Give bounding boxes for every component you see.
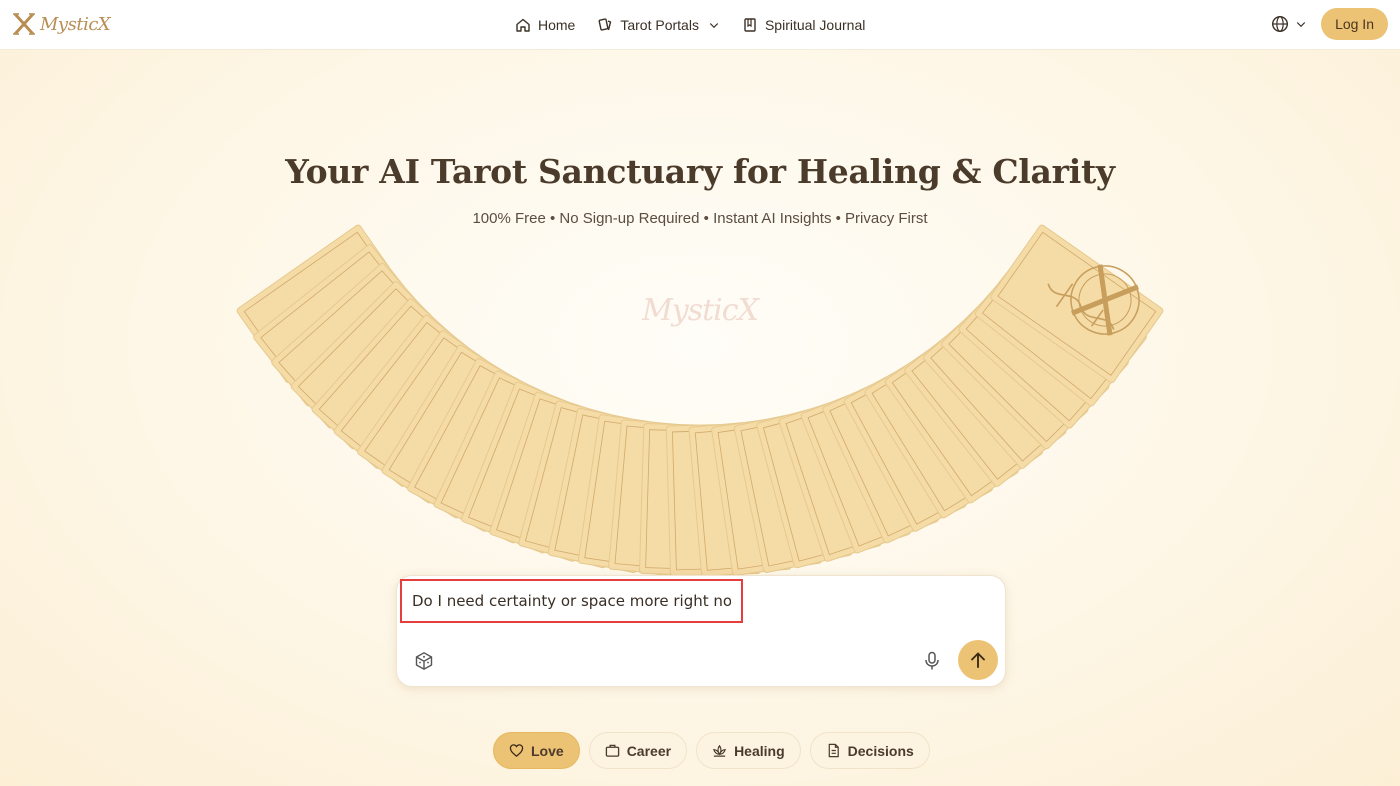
chevron-down-icon bbox=[1296, 22, 1306, 28]
voice-input-button[interactable] bbox=[919, 648, 945, 674]
random-question-button[interactable] bbox=[411, 648, 437, 674]
hero-title: Your AI Tarot Sanctuary for Healing & Cl… bbox=[285, 152, 1115, 191]
question-box bbox=[396, 575, 1006, 687]
globe-icon bbox=[1272, 15, 1289, 33]
main-menu: Home Tarot Portals Spiritual Journal bbox=[515, 0, 865, 50]
dice-icon bbox=[415, 652, 433, 670]
arrow-up-icon bbox=[971, 652, 985, 668]
brand-name: MysticX bbox=[40, 13, 111, 35]
nav-home[interactable]: Home bbox=[515, 17, 575, 33]
topic-healing-label: Healing bbox=[734, 742, 785, 759]
top-nav: MysticX Home Tarot Portals Spiritual Jou… bbox=[0, 0, 1400, 50]
briefcase-icon bbox=[605, 744, 619, 757]
nav-actions: Log In bbox=[1271, 8, 1388, 40]
nav-tarot-portals-label: Tarot Portals bbox=[620, 17, 699, 33]
brand-watermark: MysticX bbox=[642, 293, 759, 328]
brand-x-icon bbox=[13, 12, 35, 36]
chevron-down-icon bbox=[709, 23, 719, 29]
microphone-icon bbox=[925, 651, 939, 670]
topic-career-chip[interactable]: Career bbox=[588, 732, 688, 769]
language-selector[interactable] bbox=[1271, 15, 1307, 33]
cards-icon bbox=[598, 18, 612, 31]
document-icon bbox=[828, 743, 839, 758]
nav-home-label: Home bbox=[538, 17, 576, 33]
nav-tarot-portals[interactable]: Tarot Portals bbox=[597, 17, 720, 33]
book-icon bbox=[744, 18, 756, 32]
topic-love-label: Love bbox=[531, 742, 564, 759]
question-input[interactable] bbox=[400, 579, 743, 623]
topic-healing-chip[interactable]: Healing bbox=[696, 732, 801, 769]
topic-love-chip[interactable]: Love bbox=[493, 732, 580, 769]
nav-spiritual-journal[interactable]: Spiritual Journal bbox=[742, 17, 865, 33]
topic-career-label: Career bbox=[626, 742, 672, 759]
topic-chips: Love Career Healing Decisions bbox=[493, 732, 930, 769]
nav-spiritual-journal-label: Spiritual Journal bbox=[764, 17, 866, 33]
login-button[interactable]: Log In bbox=[1321, 8, 1388, 40]
home-icon bbox=[516, 18, 530, 32]
submit-question-button[interactable] bbox=[958, 640, 998, 680]
brand-logo[interactable]: MysticX bbox=[12, 11, 111, 37]
heart-icon bbox=[509, 744, 524, 757]
topic-decisions-chip[interactable]: Decisions bbox=[809, 732, 930, 769]
hero-subtitle: 100% Free • No Sign-up Required • Instan… bbox=[472, 210, 928, 227]
lotus-icon bbox=[713, 744, 726, 757]
topic-decisions-label: Decisions bbox=[847, 742, 914, 759]
